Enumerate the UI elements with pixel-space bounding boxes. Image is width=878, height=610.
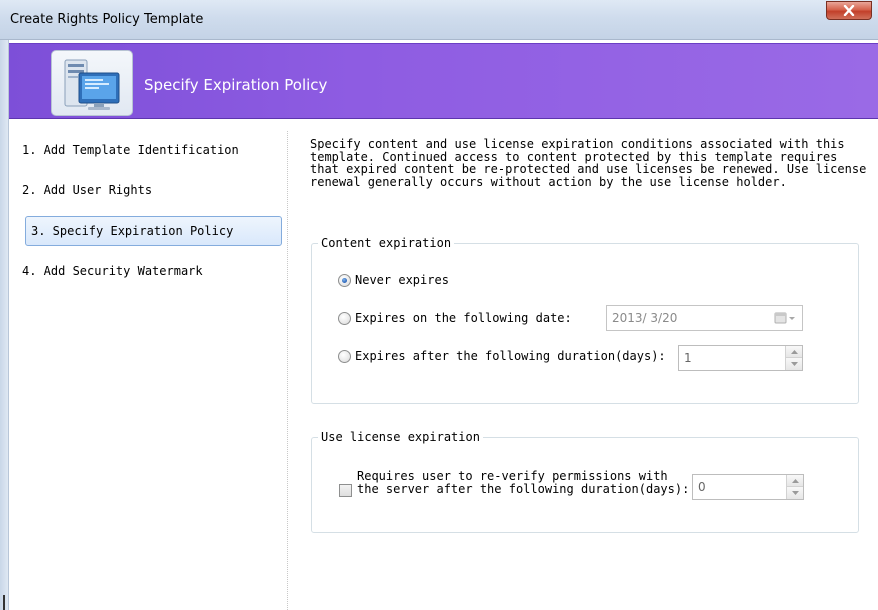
never-expires-label: Never expires: [355, 273, 449, 287]
content-duration-value: 1: [684, 351, 692, 365]
nav-step-template-identification[interactable]: 1. Add Template Identification: [16, 135, 274, 165]
calendar-dropdown-icon[interactable]: [774, 311, 796, 325]
never-expires-option[interactable]: Never expires: [338, 273, 449, 287]
expires-on-date-option[interactable]: Expires on the following date:: [338, 311, 572, 325]
page-description: Specify content and use license expirati…: [310, 137, 867, 189]
spin-down-icon[interactable]: [786, 358, 802, 370]
spin-up-icon[interactable]: [786, 346, 802, 358]
content-duration-spin-buttons: [785, 346, 802, 370]
pane-divider: [287, 131, 288, 610]
server-monitor-icon: [51, 50, 133, 116]
expires-after-duration-radio[interactable]: [338, 349, 351, 363]
license-duration-value: 0: [698, 480, 706, 494]
nav-step-security-watermark[interactable]: 4. Add Security Watermark: [16, 256, 274, 286]
window-left-frame: [0, 40, 9, 610]
banner-title: Specify Expiration Policy: [144, 76, 328, 94]
window-title: Create Rights Policy Template: [10, 12, 204, 27]
license-duration-stepper[interactable]: 0: [692, 474, 804, 500]
expires-on-date-label: Expires on the following date:: [355, 311, 572, 325]
frame-marker: [3, 595, 5, 610]
spin-up-icon[interactable]: [787, 475, 803, 487]
never-expires-radio[interactable]: [338, 273, 351, 287]
close-icon: [843, 5, 855, 16]
close-button[interactable]: [826, 1, 872, 20]
use-license-expiration-legend: Use license expiration: [318, 430, 483, 444]
expiration-date-picker[interactable]: 2013/ 3/20: [606, 305, 803, 331]
expires-after-duration-label: Expires after the following duration(day…: [355, 349, 666, 363]
content-duration-stepper[interactable]: 1: [678, 345, 803, 371]
window-titlebar: Create Rights Policy Template: [0, 0, 878, 40]
reverify-permissions-label: Requires user to re-verify permissions w…: [357, 469, 690, 496]
spin-down-icon[interactable]: [787, 487, 803, 499]
header-banner: Specify Expiration Policy: [9, 43, 878, 119]
expires-on-date-radio[interactable]: [338, 311, 351, 325]
license-duration-spin-buttons: [786, 475, 803, 499]
reverify-permissions-checkbox[interactable]: [339, 484, 352, 497]
nav-step-expiration-policy[interactable]: 3. Specify Expiration Policy: [25, 216, 282, 246]
nav-step-user-rights[interactable]: 2. Add User Rights: [16, 175, 274, 205]
expires-after-duration-option[interactable]: Expires after the following duration(day…: [338, 349, 666, 363]
content-expiration-legend: Content expiration: [318, 236, 455, 250]
expiration-date-value: 2013/ 3/20: [612, 311, 678, 325]
